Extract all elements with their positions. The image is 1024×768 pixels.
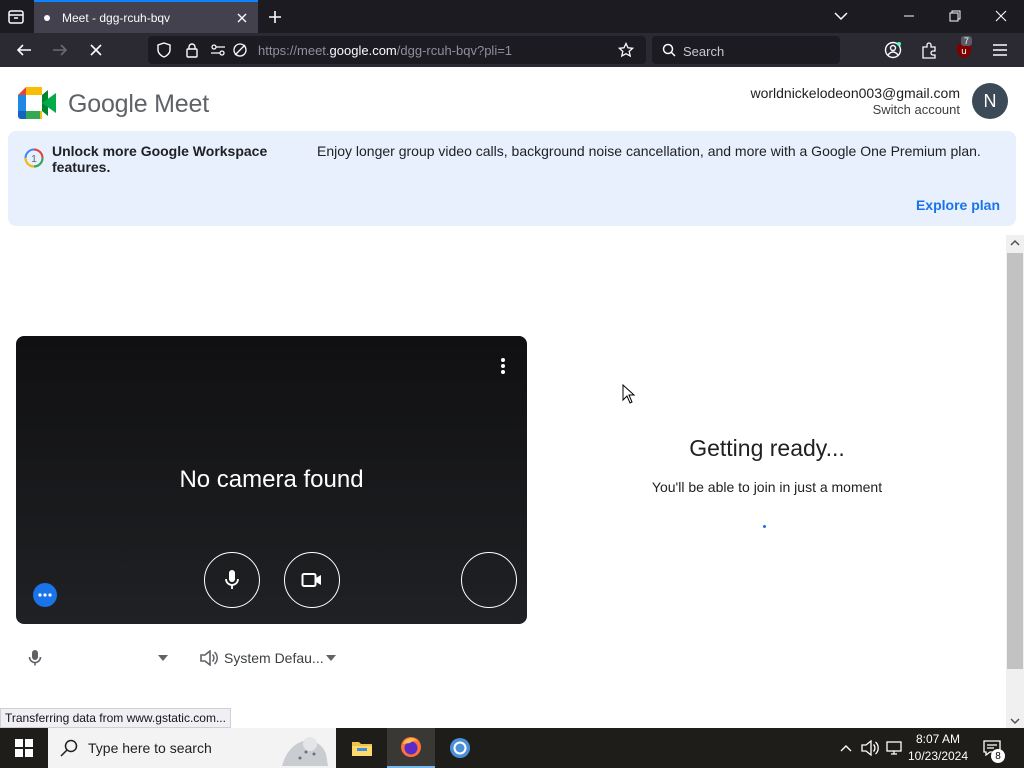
minimize-icon[interactable] [896,4,922,28]
search-bar[interactable]: Search [652,36,840,64]
no-camera-message: No camera found [179,466,364,493]
restore-icon[interactable] [942,4,968,28]
lock-icon[interactable] [184,42,200,58]
taskbar-search-placeholder: Type here to search [88,740,212,756]
url-prefix: https://meet. [258,43,330,58]
video-preview: No camera found [16,336,527,624]
stop-loading-icon[interactable] [84,38,108,62]
loading-favicon-icon [44,14,50,21]
close-tab-icon[interactable] [230,6,254,30]
getting-ready-subtitle: You'll be able to join in just a moment [651,479,883,495]
google-meet-logo-icon[interactable] [18,87,56,119]
url-bar[interactable]: https://meet.google.com/dgg-rcuh-bqv?pli… [148,36,646,64]
permissions-icon[interactable] [210,42,226,58]
meet-page: Google Meet worldnickelodeon003@gmail.co… [0,67,1024,728]
chrome-icon[interactable] [436,728,484,768]
taskbar-clock-time[interactable]: 8:07 AM [902,732,974,746]
firefox-icon[interactable] [387,728,435,768]
scroll-up-arrow-icon[interactable] [1010,238,1020,248]
url-text[interactable]: https://meet.google.com/dgg-rcuh-bqv?pli… [258,43,512,58]
url-path: /dgg-rcuh-bqv?pli=1 [396,43,513,58]
microphone-icon [225,570,239,589]
search-highlight-leopard-icon [282,737,328,766]
extensions-puzzle-icon[interactable] [917,38,941,62]
scrollbar-thumb[interactable] [1007,253,1023,669]
google-one-icon: 1 [24,148,44,168]
speaker-icon [200,650,218,666]
show-hidden-icons-chevron-icon[interactable] [836,738,856,758]
account-icon[interactable] [881,38,905,62]
browser-tab-active[interactable]: Meet - dgg-rcuh-bqv [34,0,258,33]
page-scrollbar[interactable] [1006,235,1024,728]
switch-account-link[interactable]: Switch account [873,102,960,117]
bookmark-star-icon[interactable] [618,42,634,58]
camera-toggle-button[interactable] [284,552,340,608]
browser-status-bar: Transferring data from www.gstatic.com..… [0,708,231,728]
tab-bar: Meet - dgg-rcuh-bqv [0,0,1024,33]
speaker-select[interactable]: System Defau... [200,647,340,669]
dropdown-arrow-icon [158,655,168,661]
file-explorer-icon[interactable] [338,728,386,768]
notification-count-badge: 8 [991,749,1005,763]
forward-arrow-icon[interactable] [48,38,72,62]
microphone-small-icon [28,650,42,666]
explore-plan-link[interactable]: Explore plan [916,197,1000,213]
new-tab-plus-icon[interactable] [264,6,286,28]
visual-effects-button[interactable] [461,552,517,608]
search-placeholder: Search [683,44,725,59]
logo-text: Google Meet [68,90,209,118]
svg-text:u: u [961,47,967,57]
extension-badge-count: 7 [961,36,973,46]
mouse-cursor-icon [622,384,636,404]
promo-title: Unlock more Google Workspace features. [52,143,268,175]
taskbar-clock-date[interactable]: 10/23/2024 [902,749,974,763]
speaker-select-label: System Defau... [224,650,324,666]
url-domain: google.com [329,43,397,58]
tab-list-icon[interactable] [6,7,26,27]
navigation-toolbar: https://meet.google.com/dgg-rcuh-bqv?pli… [0,33,1024,67]
camera-blocked-icon[interactable] [232,42,248,58]
video-camera-icon [301,573,321,587]
list-all-tabs-chevron-icon[interactable] [828,4,854,28]
scroll-down-arrow-icon[interactable] [1010,716,1020,726]
loading-spinner [763,525,766,528]
microphone-select[interactable] [28,647,168,669]
svg-text:1: 1 [31,154,37,165]
search-icon [662,43,676,57]
workspace-promo-banner: 1 Unlock more Google Workspace features.… [8,131,1016,226]
taskbar-search-box[interactable]: Type here to search [48,728,336,768]
windows-start-icon[interactable] [0,728,48,768]
volume-icon[interactable] [860,738,880,758]
getting-ready-title: Getting ready... [689,435,845,461]
account-email: worldnickelodeon003@gmail.com [750,85,960,101]
network-icon[interactable] [884,738,904,758]
tab-title: Meet - dgg-rcuh-bqv [62,10,171,25]
more-effects-icon[interactable] [33,583,57,607]
microphone-toggle-button[interactable] [204,552,260,608]
windows-taskbar: Type here to search 8:07 AM 10/23/2024 8 [0,728,1024,768]
hamburger-menu-icon[interactable] [988,38,1012,62]
tracking-protection-shield-icon[interactable] [156,42,172,58]
promo-description: Enjoy longer group video calls, backgrou… [317,143,981,159]
dropdown-arrow-icon [325,655,336,661]
back-arrow-icon[interactable] [12,38,36,62]
search-icon [60,739,78,757]
more-options-vertical-icon[interactable] [493,354,513,378]
close-window-icon[interactable] [988,4,1014,28]
avatar[interactable]: N [972,83,1008,119]
